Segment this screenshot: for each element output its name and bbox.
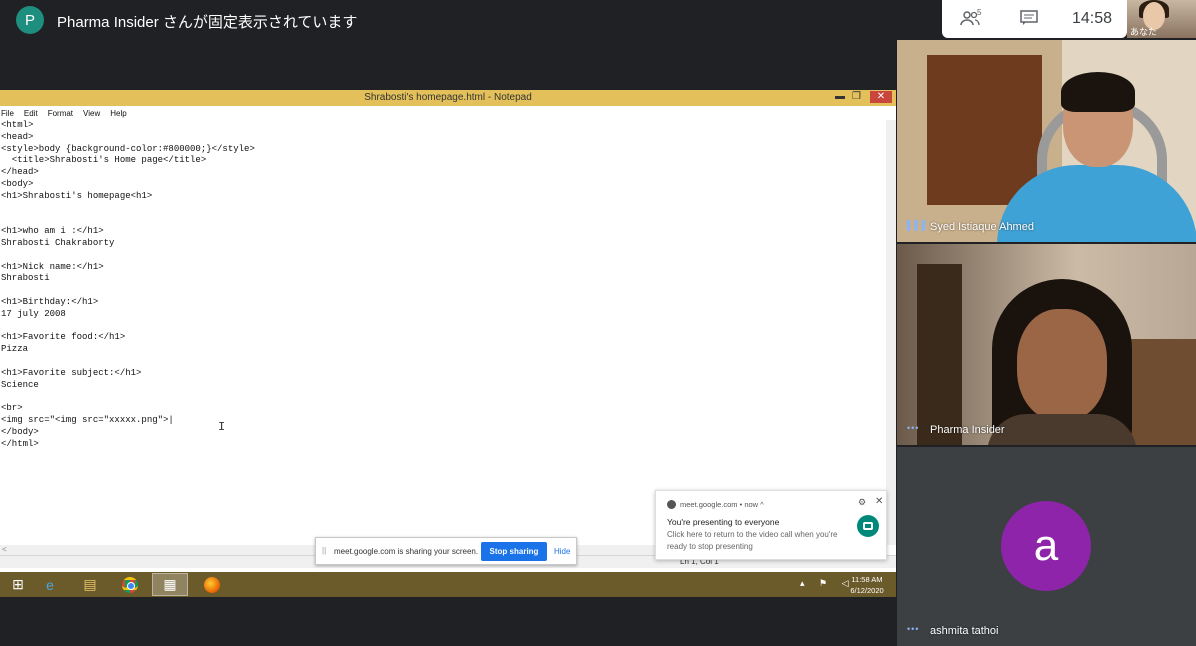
editor-line[interactable]: </head>: [1, 167, 886, 179]
screen-share-bar: || meet.google.com is sharing your scree…: [315, 537, 577, 565]
participant-hair: [1061, 72, 1135, 112]
editor-line[interactable]: <h1>Shrabosti's homepage<h1>: [1, 191, 886, 203]
clock-date: 6/12/2020: [850, 586, 884, 595]
participant-name: ashmita tathoi: [930, 625, 999, 637]
pinned-banner: P Pharma Insider さんが固定表示されています: [0, 0, 900, 40]
editor-line[interactable]: [1, 250, 886, 262]
pinned-avatar: P: [16, 6, 44, 34]
editor-line[interactable]: <style>body {background-color:#800000;}<…: [1, 144, 886, 156]
notification-source: meet.google.com • now ^: [680, 500, 764, 509]
editor-line[interactable]: Shrabosti Chakraborty: [1, 238, 886, 250]
editor-line[interactable]: <img src="<img src="xxxxx.png">|: [1, 415, 886, 427]
maximize-button[interactable]: ❐: [852, 91, 861, 102]
meet-window: P Pharma Insider さんが固定表示されています 5 14:58 あ…: [0, 0, 1196, 646]
file-explorer-icon[interactable]: ▤: [72, 573, 108, 596]
close-window-button[interactable]: ✕: [870, 91, 892, 103]
hide-button[interactable]: Hide: [554, 547, 570, 556]
editor-line[interactable]: <body>: [1, 179, 886, 191]
meet-controls-panel: 5 14:58: [942, 0, 1127, 38]
editor-line[interactable]: <h1>Birthday:</h1>: [1, 297, 886, 309]
notepad-menubar: File Edit Format View Help: [0, 106, 896, 120]
notepad-icon[interactable]: ▦: [152, 573, 188, 596]
vertical-scrollbar[interactable]: [886, 120, 896, 545]
editor-line[interactable]: Pizza: [1, 344, 886, 356]
menu-help[interactable]: Help: [110, 109, 126, 118]
participant-tile[interactable]: a ••• ashmita tathoi: [897, 447, 1196, 646]
more-options-icon[interactable]: •••: [907, 423, 919, 433]
chat-icon[interactable]: [1020, 10, 1042, 28]
clock-time: 11:58 AM: [851, 575, 883, 584]
ibeam-cursor-icon: I: [218, 420, 226, 434]
editor-line[interactable]: <head>: [1, 132, 886, 144]
presenting-notification[interactable]: meet.google.com • now ^ ⚙ ✕ You're prese…: [655, 490, 887, 560]
participant-name: Syed Istiaque Ahmed: [930, 221, 1034, 233]
close-icon[interactable]: ✕: [875, 496, 883, 507]
editor-line[interactable]: <html>: [1, 120, 886, 132]
editor-line[interactable]: <h1>Favorite food:</h1>: [1, 332, 886, 344]
menu-format[interactable]: Format: [48, 109, 73, 118]
editor-line[interactable]: [1, 203, 886, 215]
meeting-clock: 14:58: [1072, 10, 1113, 27]
editor-line[interactable]: <h1>Favorite subject:</h1>: [1, 368, 886, 380]
editor-line[interactable]: </html>: [1, 439, 886, 451]
avatar: a: [1001, 501, 1091, 591]
drag-handle-icon[interactable]: ||: [322, 546, 326, 555]
participant-body: [987, 414, 1137, 445]
pinned-text: Pharma Insider さんが固定表示されています: [57, 14, 358, 31]
gear-icon[interactable]: ⚙: [858, 497, 866, 508]
participant-name: Pharma Insider: [930, 424, 1005, 436]
minimize-button[interactable]: ▬: [835, 91, 845, 102]
editor-line[interactable]: [1, 214, 886, 226]
editor-line[interactable]: [1, 285, 886, 297]
editor-line[interactable]: Science: [1, 380, 886, 392]
chrome-icon[interactable]: [112, 573, 148, 596]
editor-line[interactable]: Shrabosti: [1, 273, 886, 285]
system-clock[interactable]: 11:58 AM 6/12/2020: [842, 574, 892, 596]
participant-face: [1017, 309, 1107, 421]
notification-title: You're presenting to everyone: [667, 517, 780, 527]
editor-line[interactable]: 17 july 2008: [1, 309, 886, 321]
notepad-editor[interactable]: <html> <head> <style>body {background-colo…: [0, 120, 886, 545]
menu-file[interactable]: File: [1, 109, 14, 118]
editor-line[interactable]: <br>: [1, 403, 886, 415]
stop-sharing-button[interactable]: Stop sharing: [481, 542, 547, 561]
editor-line[interactable]: [1, 391, 886, 403]
chrome-icon: [667, 500, 676, 509]
firefox-icon[interactable]: [194, 573, 230, 596]
notification-body: Click here to return to the video call w…: [667, 530, 838, 551]
editor-line[interactable]: <h1>Nick name:</h1>: [1, 262, 886, 274]
self-video-tile[interactable]: あなた: [1127, 0, 1196, 38]
meet-icon: [857, 515, 879, 537]
more-options-icon[interactable]: •••: [907, 624, 919, 634]
editor-text[interactable]: <html> <head> <style>body {background-colo…: [0, 120, 886, 450]
share-message: meet.google.com is sharing your screen.: [334, 547, 479, 556]
editor-line[interactable]: </body>: [1, 427, 886, 439]
menu-view[interactable]: View: [83, 109, 100, 118]
start-button-icon[interactable]: ⊞: [0, 573, 36, 596]
audio-level-icon: ▌▌▌: [907, 220, 930, 230]
editor-line[interactable]: [1, 356, 886, 368]
editor-line[interactable]: [1, 321, 886, 333]
menu-edit[interactable]: Edit: [24, 109, 38, 118]
background-door: [917, 264, 962, 445]
notepad-title: Shrabosti's homepage.html - Notepad: [364, 92, 532, 103]
windows-taskbar: ⊞ e ▤ ▦ ▴ ⚑ ◁ 11:58 AM 6/12/2020: [0, 572, 896, 597]
editor-line[interactable]: <title>Shrabosti's Home page</title>: [1, 155, 886, 167]
people-count: 5: [977, 8, 982, 17]
editor-line[interactable]: <h1>who am i :</h1>: [1, 226, 886, 238]
background-door: [927, 55, 1042, 205]
participant-tile[interactable]: ▌▌▌ Syed Istiaque Ahmed: [897, 40, 1196, 242]
notepad-titlebar: Shrabosti's homepage.html - Notepad ▬ ❐ …: [0, 90, 896, 106]
participant-tile[interactable]: ••• Pharma Insider: [897, 244, 1196, 445]
internet-explorer-icon[interactable]: e: [32, 573, 68, 596]
self-label: あなた: [1130, 27, 1158, 37]
